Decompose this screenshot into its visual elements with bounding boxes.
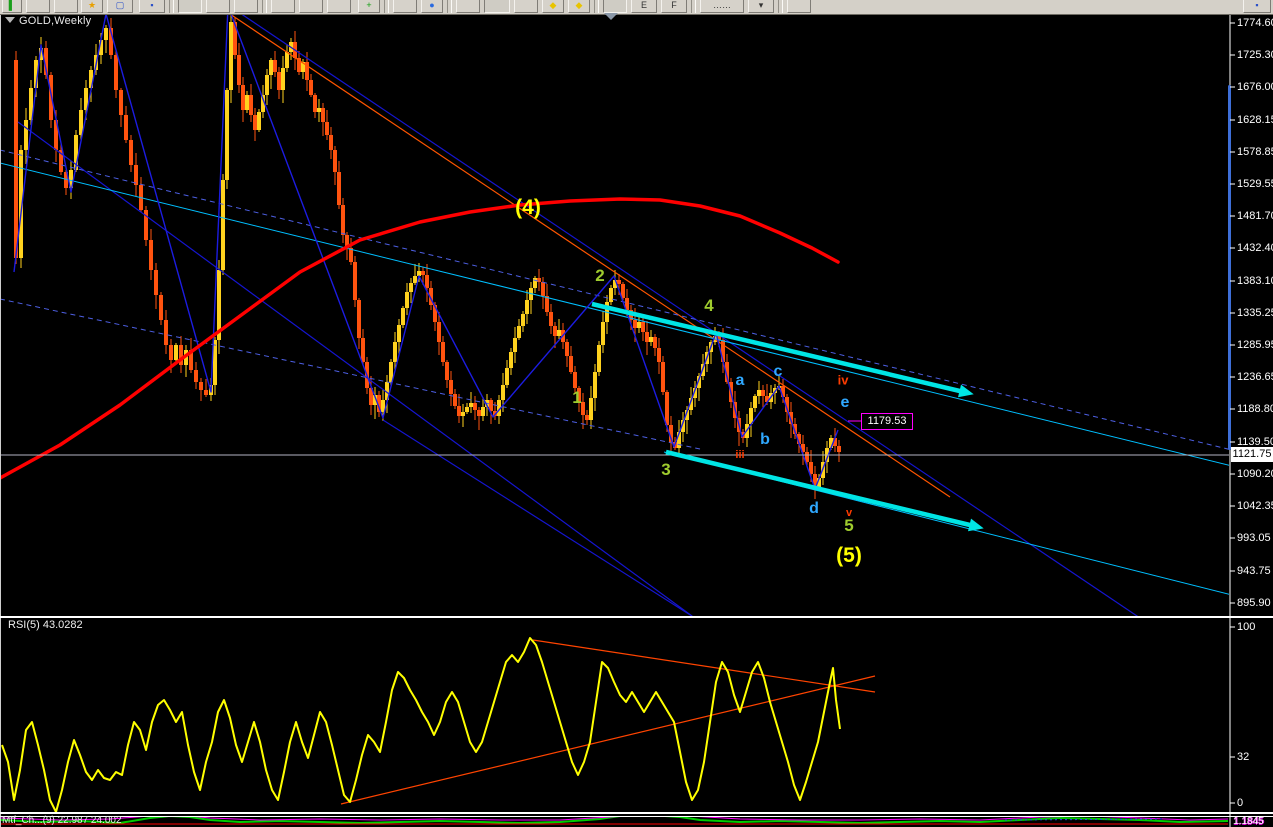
price-axis-tick: 1335.25 bbox=[1237, 307, 1273, 319]
splitter-arrow-icon[interactable] bbox=[604, 13, 618, 20]
toolbar-button[interactable]: ◆ bbox=[568, 0, 590, 13]
price-axis-tick: 1725.30 bbox=[1237, 49, 1273, 61]
bluedot-icon: ▪ bbox=[1255, 0, 1259, 10]
toolbar-button[interactable] bbox=[327, 0, 351, 13]
toolbar-separator bbox=[384, 0, 389, 13]
price-axis-tick: 993.05 bbox=[1237, 532, 1271, 544]
price-axis-tick: 1578.85 bbox=[1237, 146, 1273, 158]
star-icon: ★ bbox=[87, 0, 97, 10]
green-icon: ▌ bbox=[8, 0, 16, 10]
toolbar-button[interactable] bbox=[271, 0, 295, 13]
wave-label-iii[interactable]: iii bbox=[735, 449, 744, 461]
wave-label-b[interactable]: b bbox=[760, 431, 770, 449]
toolbar-button[interactable] bbox=[393, 0, 417, 13]
toolbar-separator bbox=[778, 0, 783, 13]
glyphE-icon: E bbox=[640, 0, 647, 10]
toolbar-separator bbox=[594, 0, 599, 13]
toolbar-button[interactable] bbox=[787, 0, 811, 13]
price-axis-tick: 1774.60 bbox=[1237, 17, 1273, 29]
panel-splitter[interactable] bbox=[0, 812, 1273, 814]
bottom-indicator-scale-value: 1.1845 bbox=[1233, 816, 1264, 827]
price-axis-tick: 1676.00 bbox=[1237, 81, 1273, 93]
price-axis-tick: 1285.95 bbox=[1237, 339, 1273, 351]
rsi-axis-tick: 32 bbox=[1237, 751, 1250, 763]
plus-icon: + bbox=[366, 0, 372, 10]
price-axis-tick: 1042.35 bbox=[1237, 500, 1273, 512]
toolbar-button[interactable]: + bbox=[358, 0, 380, 13]
price-axis-tick: 1188.80 bbox=[1237, 403, 1273, 415]
toolbar-button[interactable]: …… bbox=[700, 0, 744, 13]
price-text-object[interactable]: 1179.53 bbox=[861, 413, 913, 430]
toolbar-button[interactable]: ● bbox=[421, 0, 443, 13]
price-axis-tick: 1432.40 bbox=[1237, 242, 1273, 254]
rsi-indicator-label: RSI(5) 43.0282 bbox=[8, 619, 83, 631]
wave-label-5[interactable]: 5 bbox=[844, 516, 853, 536]
symbol-timeframe-label: GOLD,Weekly bbox=[19, 15, 92, 27]
toolbar-button[interactable] bbox=[26, 0, 50, 13]
wave-label-iv[interactable]: iv bbox=[838, 373, 849, 388]
bluedot-icon: ▪ bbox=[150, 0, 154, 10]
toolbar-separator bbox=[447, 0, 452, 13]
price-axis-tick: 1529.55 bbox=[1237, 178, 1273, 190]
diamond-icon: ◆ bbox=[549, 0, 557, 10]
price-axis-tick: 1383.10 bbox=[1237, 275, 1273, 287]
toolbar-button[interactable]: ▪ bbox=[139, 0, 165, 13]
toolbar-button[interactable] bbox=[54, 0, 78, 13]
wave-label-v[interactable]: v bbox=[846, 507, 852, 519]
wave-label-d[interactable]: d bbox=[809, 500, 819, 518]
toolbar-separator bbox=[691, 0, 696, 13]
toolbar-button[interactable]: ★ bbox=[81, 0, 103, 13]
toolbar-button[interactable] bbox=[234, 0, 258, 13]
wave-label-c[interactable]: c bbox=[774, 363, 783, 381]
circle-icon: ● bbox=[429, 0, 435, 10]
wave-label-4[interactable]: (4) bbox=[515, 196, 541, 220]
toolbar-button[interactable] bbox=[456, 0, 480, 13]
price-axis-tick: 1628.15 bbox=[1237, 114, 1273, 126]
panel-splitter bbox=[0, 815, 1273, 817]
chart-area[interactable] bbox=[0, 0, 1273, 827]
wave-label-1[interactable]: 1 bbox=[572, 388, 581, 408]
toolbar-separator bbox=[169, 0, 174, 13]
toolbar-button[interactable]: ◆ bbox=[542, 0, 564, 13]
toolbar-button[interactable] bbox=[603, 0, 627, 13]
toolbar: ▌ ★ ▢ ▪ + ● ◆ ◆ E F …… ▾ ▪ bbox=[0, 0, 1273, 15]
blue-icon: ▢ bbox=[115, 0, 125, 10]
price-axis-tick: 943.75 bbox=[1237, 565, 1271, 577]
price-axis-tick: 1481.70 bbox=[1237, 210, 1273, 222]
toolbar-button[interactable] bbox=[178, 0, 202, 13]
toolbar-button[interactable]: ▾ bbox=[748, 0, 774, 13]
toolbar-button[interactable] bbox=[299, 0, 323, 13]
toolbar-button[interactable] bbox=[484, 0, 510, 13]
wave-label-2[interactable]: 2 bbox=[595, 266, 604, 286]
toolbar-button[interactable] bbox=[514, 0, 538, 13]
chevron-down-icon[interactable] bbox=[5, 17, 15, 23]
wave-label-a[interactable]: a bbox=[736, 372, 745, 390]
current-price-badge: 1121.75 bbox=[1231, 447, 1273, 462]
panel-splitter[interactable] bbox=[0, 616, 1273, 618]
price-axis-tick: 1090.20 bbox=[1237, 468, 1273, 480]
glyphF-icon: F bbox=[671, 0, 677, 10]
diamond-icon: ◆ bbox=[575, 0, 583, 10]
trading-app-window: ▌ ★ ▢ ▪ + ● ◆ ◆ E F …… ▾ ▪ GOLD,Weekly RSI(5) 43.028… bbox=[0, 0, 1273, 827]
wave-label-4[interactable]: 4 bbox=[704, 296, 713, 316]
price-axis-tick: 1236.65 bbox=[1237, 371, 1273, 383]
toolbar-button[interactable]: F bbox=[661, 0, 687, 13]
price-axis-tick: 895.90 bbox=[1237, 597, 1271, 609]
wave-label-5[interactable]: (5) bbox=[836, 544, 862, 568]
toolbar-button[interactable]: ▢ bbox=[107, 0, 133, 13]
toolbar-button[interactable]: ▪ bbox=[1243, 0, 1271, 13]
toolbar-button[interactable] bbox=[206, 0, 230, 13]
wave-label-e[interactable]: e bbox=[841, 394, 850, 412]
rsi-axis-tick: 0 bbox=[1237, 797, 1244, 809]
toolbar-button[interactable]: E bbox=[631, 0, 657, 13]
rsi-axis-tick: 100 bbox=[1237, 621, 1256, 633]
toolbar-separator bbox=[262, 0, 267, 13]
toolbar-button[interactable]: ▌ bbox=[2, 0, 22, 13]
wave-label-3[interactable]: 3 bbox=[661, 460, 670, 480]
bottom-indicator-label: Mtf_Ch...(9) 22.987 24.002 bbox=[2, 815, 122, 826]
dots-icon: …… bbox=[713, 0, 731, 10]
arrow-icon: ▾ bbox=[758, 0, 764, 10]
